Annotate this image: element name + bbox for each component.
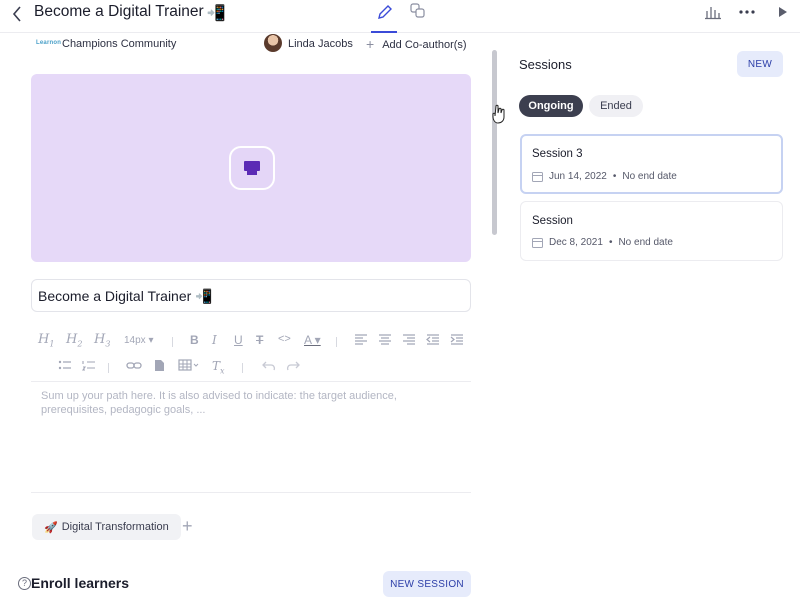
scrollbar[interactable]	[492, 50, 497, 235]
sessions-heading: Sessions	[519, 57, 572, 72]
underline-button[interactable]: U	[234, 333, 243, 347]
clear-format-button[interactable]: Tx	[212, 359, 225, 375]
align-right-icon[interactable]	[402, 334, 416, 345]
redo-icon[interactable]	[286, 360, 300, 371]
tag-chip[interactable]: 🚀 Digital Transformation	[32, 514, 181, 540]
calendar-icon	[532, 238, 543, 248]
filter-ongoing[interactable]: Ongoing	[519, 95, 583, 117]
undo-icon[interactable]	[262, 360, 276, 371]
tab-edit[interactable]	[371, 0, 397, 33]
page-title: Become a Digital Trainer 📲	[34, 3, 227, 22]
author-name[interactable]: Linda Jacobs	[288, 38, 353, 50]
filter-ended[interactable]: Ended	[589, 95, 643, 117]
session-card[interactable]: Session Dec 8, 2021 • No end date	[520, 201, 783, 261]
heading1-button[interactable]: H1	[38, 332, 54, 349]
heading2-button[interactable]: H2	[66, 332, 82, 349]
align-left-icon[interactable]	[354, 334, 368, 345]
enroll-heading: Enroll learners	[31, 575, 130, 591]
new-button[interactable]: NEW	[737, 51, 783, 77]
plus-icon: +	[366, 36, 375, 52]
help-icon[interactable]: ?	[18, 577, 31, 590]
hand-cursor-icon	[492, 104, 505, 124]
pencil-icon	[378, 5, 392, 19]
table-icon[interactable]	[178, 359, 200, 372]
session-dates: Dec 8, 2021 • No end date	[532, 237, 673, 248]
session-card[interactable]: Session 3 Jun 14, 2022 • No end date	[520, 134, 783, 194]
course-icon	[229, 146, 275, 190]
strikethrough-button[interactable]: T	[256, 333, 263, 347]
title-field[interactable]: Become a Digital Trainer 📲	[31, 279, 471, 312]
add-coauthor-button[interactable]: + Add Co-author(s)	[366, 36, 467, 52]
community-name[interactable]: Champions Community	[62, 38, 176, 50]
italic-button[interactable]: I	[212, 333, 217, 347]
summary-placeholder: Sum up your path here. It is also advise…	[41, 390, 397, 416]
add-tag-button[interactable]: +	[182, 516, 193, 537]
bullet-list-icon[interactable]	[58, 360, 72, 371]
tab-translate[interactable]	[407, 0, 429, 24]
code-icon[interactable]: <>	[278, 333, 291, 345]
more-options-icon[interactable]	[736, 2, 758, 22]
formatting-toolbar: H1 H2 H3 14px ▾ B I U T <> A ▾ Tx	[38, 332, 468, 376]
align-center-icon[interactable]	[378, 334, 392, 345]
file-icon[interactable]	[154, 359, 165, 372]
avatar	[264, 34, 282, 52]
calendar-icon	[532, 172, 543, 182]
community-logo: Learnon	[36, 40, 62, 46]
text-color-button[interactable]: A ▾	[304, 333, 321, 347]
outdent-icon[interactable]	[426, 334, 440, 345]
session-name: Session 3	[532, 148, 583, 160]
bold-button[interactable]: B	[190, 333, 199, 347]
heading3-button[interactable]: H3	[94, 332, 110, 349]
font-size-select[interactable]: 14px ▾	[124, 335, 154, 346]
session-dates: Jun 14, 2022 • No end date	[532, 171, 677, 182]
numbered-list-icon[interactable]	[82, 360, 96, 371]
indent-icon[interactable]	[450, 334, 464, 345]
link-icon[interactable]	[126, 360, 142, 371]
new-session-button[interactable]: NEW SESSION	[383, 571, 471, 597]
analytics-icon[interactable]	[702, 2, 724, 22]
play-icon[interactable]	[772, 2, 794, 22]
translate-icon	[410, 3, 425, 18]
back-arrow-icon[interactable]	[8, 4, 28, 24]
session-name: Session	[532, 215, 573, 227]
